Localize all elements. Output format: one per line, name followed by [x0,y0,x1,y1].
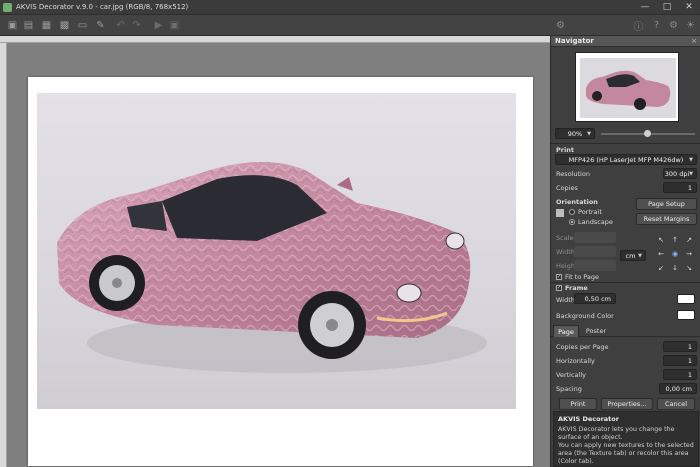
navigator-thumbnail [586,70,671,110]
undo-icon[interactable]: ↶ [114,19,127,32]
width-label: Width [556,248,575,256]
unit-value: cm [625,251,636,260]
navigator-preview[interactable] [575,52,679,122]
printer-select[interactable]: MFP426 (HP LaserJet MFP M426dw) ▼ [555,154,697,165]
open-icon[interactable]: ▣ [6,19,19,32]
horizontally-field[interactable]: 1 [663,355,697,366]
cancel-button[interactable]: Cancel [657,398,695,410]
zoom-value: 90% [567,129,583,138]
photo-preview [37,93,516,409]
tab-page[interactable]: Page [553,325,579,337]
align-bottom-icon[interactable]: ↓ [671,264,679,272]
align-top-icon[interactable]: ↑ [671,236,679,244]
frame-color-swatch[interactable] [677,294,695,304]
help-info-box: AKVIS Decorator AKVIS Decorator lets you… [553,411,699,467]
align-bottom-right-icon[interactable]: ↘ [685,264,693,272]
align-right-icon[interactable]: → [685,250,693,258]
panel-close-icon[interactable]: × [691,37,697,45]
navigator-title: Navigator [555,37,594,45]
zoom-slider-handle[interactable] [644,130,651,137]
orientation-icon [556,209,564,217]
fit-to-page-label: Fit to Page [565,273,600,281]
print-preview-area[interactable] [0,36,550,467]
landscape-label: Landscape [578,218,613,226]
print-icon[interactable]: ▩ [58,19,71,32]
copies-per-page-field[interactable]: 1 [663,341,697,352]
resolution-value: 300 dpi [664,169,690,178]
tab-poster[interactable]: Poster [581,325,611,337]
width-field[interactable] [574,246,616,257]
print-title: Print [556,146,574,154]
unit-select[interactable]: cm ▼ [620,250,646,261]
properties-button[interactable]: Properties... [601,398,653,410]
scale-label: Scale [556,234,574,242]
background-color-label: Background Color [556,312,614,320]
copies-label: Copies [556,184,578,192]
settings-icon[interactable]: ⚙ [667,19,680,32]
window-title: AKVIS Decorator v.9.0 - car.jpg (RGB/8, … [16,3,189,11]
background-color-swatch[interactable] [677,310,695,320]
horizontally-label: Horizontally [556,357,595,365]
portrait-label: Portrait [578,208,602,216]
frame-checkbox[interactable]: ✓ [556,285,562,291]
frame-title: Frame [565,284,588,292]
tips-icon[interactable]: ☀ [684,19,697,32]
copies-per-page-label: Copies per Page [556,343,609,351]
horizontal-ruler [0,36,550,43]
preferences-icon[interactable]: ⚙ [554,19,567,32]
spacing-label: Spacing [556,385,582,393]
title-bar: AKVIS Decorator v.9.0 - car.jpg (RGB/8, … [0,0,700,15]
paint-icon[interactable]: ✎ [94,19,107,32]
resolution-label: Resolution [556,170,590,178]
close-icon[interactable]: ✕ [678,0,700,15]
scale-field[interactable] [574,232,616,243]
align-bottom-left-icon[interactable]: ↙ [657,264,665,272]
vertical-ruler [0,43,7,467]
info-text-1: AKVIS Decorator lets you change the surf… [558,426,675,441]
app-icon [3,2,12,12]
portrait-radio[interactable] [569,209,575,215]
spacing-field[interactable]: 0,00 cm [659,383,697,394]
vertically-field[interactable]: 1 [663,369,697,380]
resolution-select[interactable]: 300 dpi ▼ [663,168,697,179]
copies-field[interactable]: 1 [663,182,697,193]
toolbar: ▣ ▤ ▦ ▩ ▭ ✎ ↶ ↷ ▶ ▣ ⚙ ⓘ ? ⚙ ☀ [0,15,700,36]
frame-width-label: Width [556,296,575,304]
height-field[interactable] [574,260,616,271]
tab-bar: Page Poster [551,325,700,337]
fit-to-page-checkbox[interactable]: ✓ [556,274,562,280]
save-icon[interactable]: ▤ [22,19,35,32]
landscape-radio[interactable] [569,219,575,225]
align-left-icon[interactable]: ← [657,250,665,258]
share-icon[interactable]: ▭ [76,19,89,32]
zoom-select[interactable]: 90% ▼ [555,128,595,139]
apply-icon[interactable]: ▣ [168,19,181,32]
align-center-icon[interactable]: ◉ [671,250,679,258]
car-image [57,162,487,373]
run-icon[interactable]: ▶ [152,19,165,32]
frame-width-field[interactable]: 0,50 cm [574,293,616,304]
info-title: AKVIS Decorator [558,415,619,423]
save-as-icon[interactable]: ▦ [40,19,53,32]
align-top-left-icon[interactable]: ↖ [657,236,665,244]
print-page [28,77,533,466]
print-button[interactable]: Print [559,398,597,410]
orientation-label: Orientation [556,198,598,206]
page-setup-button[interactable]: Page Setup [636,198,697,210]
minimize-icon[interactable]: — [634,0,656,15]
info-icon[interactable]: ⓘ [632,19,645,33]
vertically-label: Vertically [556,371,586,379]
settings-panel: Navigator × 90% ▼ Print MFP426 (HP LaserJ… [550,36,700,467]
maximize-icon[interactable]: □ [656,0,678,15]
info-text-2: You can apply new textures to the select… [558,442,694,465]
printer-value: MFP426 (HP LaserJet MFP M426dw) [568,155,684,164]
redo-icon[interactable]: ↷ [130,19,143,32]
reset-margins-button[interactable]: Reset Margins [636,213,697,225]
align-top-right-icon[interactable]: ↗ [685,236,693,244]
navigator-header: Navigator × [551,36,700,47]
help-icon[interactable]: ? [650,19,663,32]
